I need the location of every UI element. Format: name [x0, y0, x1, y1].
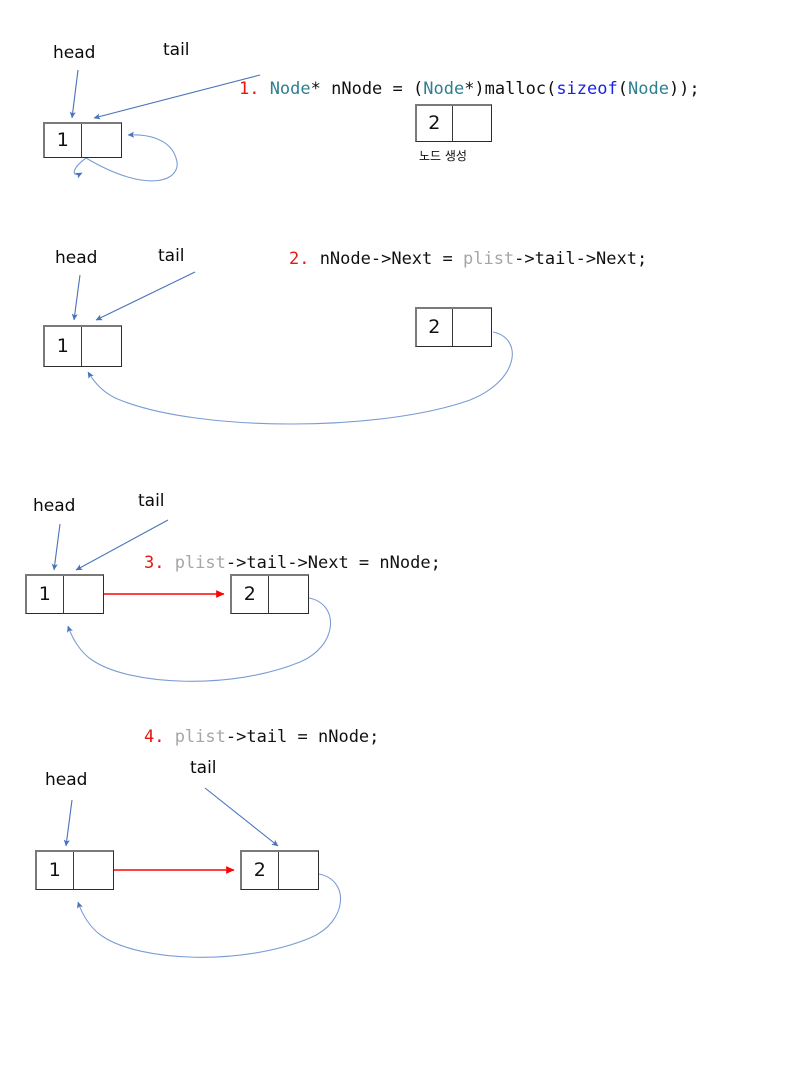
head-label-step-3: head [33, 496, 76, 516]
tail-label-step-1: tail [163, 40, 190, 60]
head-pointer-arrow-1 [69, 69, 79, 119]
node-next-cell [279, 852, 318, 889]
tail-label-step-3: tail [138, 491, 165, 511]
list-node-1-step-1: 1 [43, 122, 122, 158]
node-next-cell [82, 124, 121, 157]
step-number-3: 3. [143, 553, 165, 573]
head-pointer-arrow-4 [63, 799, 73, 847]
list-node-1-step-4: 1 [35, 850, 114, 890]
step-number-1: 1. [238, 79, 260, 99]
list-node-1-step-2: 1 [43, 325, 122, 367]
new-node-2-step-2: 2 [415, 307, 492, 347]
node-data-cell: 1 [45, 124, 82, 157]
node-next-cell [64, 576, 103, 613]
node-data-cell: 1 [27, 576, 64, 613]
node-data-cell: 2 [417, 309, 453, 346]
list-node-1-step-3: 1 [25, 574, 104, 614]
new-node-caption-step-1: 노드 생성 [419, 149, 467, 163]
node-data-cell: 2 [242, 852, 279, 889]
node-data-cell: 1 [37, 852, 74, 889]
node-value: 1 [56, 335, 69, 357]
node-next-cell [74, 852, 113, 889]
step-number-4: 4. [143, 727, 165, 747]
node-data-cell: 2 [232, 576, 269, 613]
tail-pointer-arrow-4 [204, 787, 279, 847]
node-value: 1 [48, 859, 61, 881]
code-line-step-2: 2. nNode->Next = plist->tail->Next; [288, 249, 648, 269]
head-pointer-arrow-3 [51, 523, 61, 571]
tail-label-step-4: tail [190, 758, 217, 778]
node-value: 1 [56, 129, 69, 151]
tail-label-step-2: tail [158, 246, 185, 266]
code-line-step-4: 4. plist->tail = nNode; [143, 727, 380, 747]
node-value: 2 [253, 859, 266, 881]
node-next-cell [269, 576, 308, 613]
node-next-cell [453, 309, 491, 346]
new-node-2-step-4: 2 [240, 850, 319, 890]
node-next-cell [82, 327, 121, 366]
node-value: 1 [38, 583, 51, 605]
diagram-canvas: head tail 1. Node* nNode = (Node*)malloc… [0, 0, 800, 1085]
node-value: 2 [428, 112, 441, 134]
node-data-cell: 2 [417, 106, 453, 141]
node-data-cell: 1 [45, 327, 82, 366]
node-next-cell [453, 106, 491, 141]
head-label-step-4: head [45, 770, 88, 790]
node-value: 2 [243, 583, 256, 605]
step-number-2: 2. [288, 249, 310, 269]
head-label-step-2: head [55, 248, 98, 268]
self-loop-tail-arrow-1 [73, 157, 87, 179]
head-pointer-arrow-2 [71, 274, 81, 321]
head-label-step-1: head [53, 43, 96, 63]
new-node-2-step-3: 2 [230, 574, 309, 614]
node-value: 2 [428, 316, 441, 338]
new-node-2-step-1: 2 [415, 104, 492, 142]
tail-pointer-arrow-2 [95, 271, 196, 321]
